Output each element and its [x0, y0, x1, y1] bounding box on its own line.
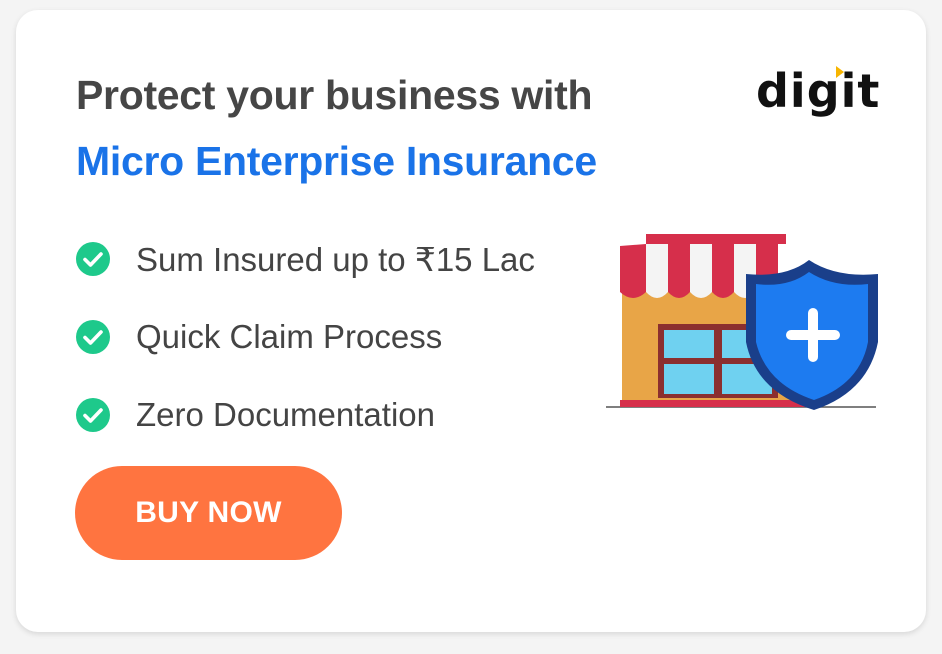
- product-name: Micro Enterprise Insurance: [76, 138, 597, 184]
- feature-label: Zero Documentation: [136, 396, 435, 433]
- check-circle-icon: [76, 398, 110, 432]
- digit-logo: digit: [756, 64, 881, 118]
- logo-arrow-icon: [836, 66, 844, 78]
- shop-shield-illustration: [606, 234, 878, 410]
- feature-list: Sum Insured up to ₹15 Lac Quick Claim Pr…: [76, 220, 535, 454]
- feature-item: Zero Documentation: [76, 376, 535, 454]
- check-circle-icon: [76, 320, 110, 354]
- check-circle-icon: [76, 242, 110, 276]
- feature-label: Sum Insured up to ₹15 Lac: [136, 240, 535, 278]
- promo-card: Protect your business with Micro Enterpr…: [16, 10, 926, 632]
- feature-label: Quick Claim Process: [136, 318, 443, 355]
- feature-item: Quick Claim Process: [76, 298, 535, 376]
- feature-item: Sum Insured up to ₹15 Lac: [76, 220, 535, 298]
- headline: Protect your business with: [76, 72, 593, 118]
- buy-now-button[interactable]: BUY NOW: [75, 466, 342, 560]
